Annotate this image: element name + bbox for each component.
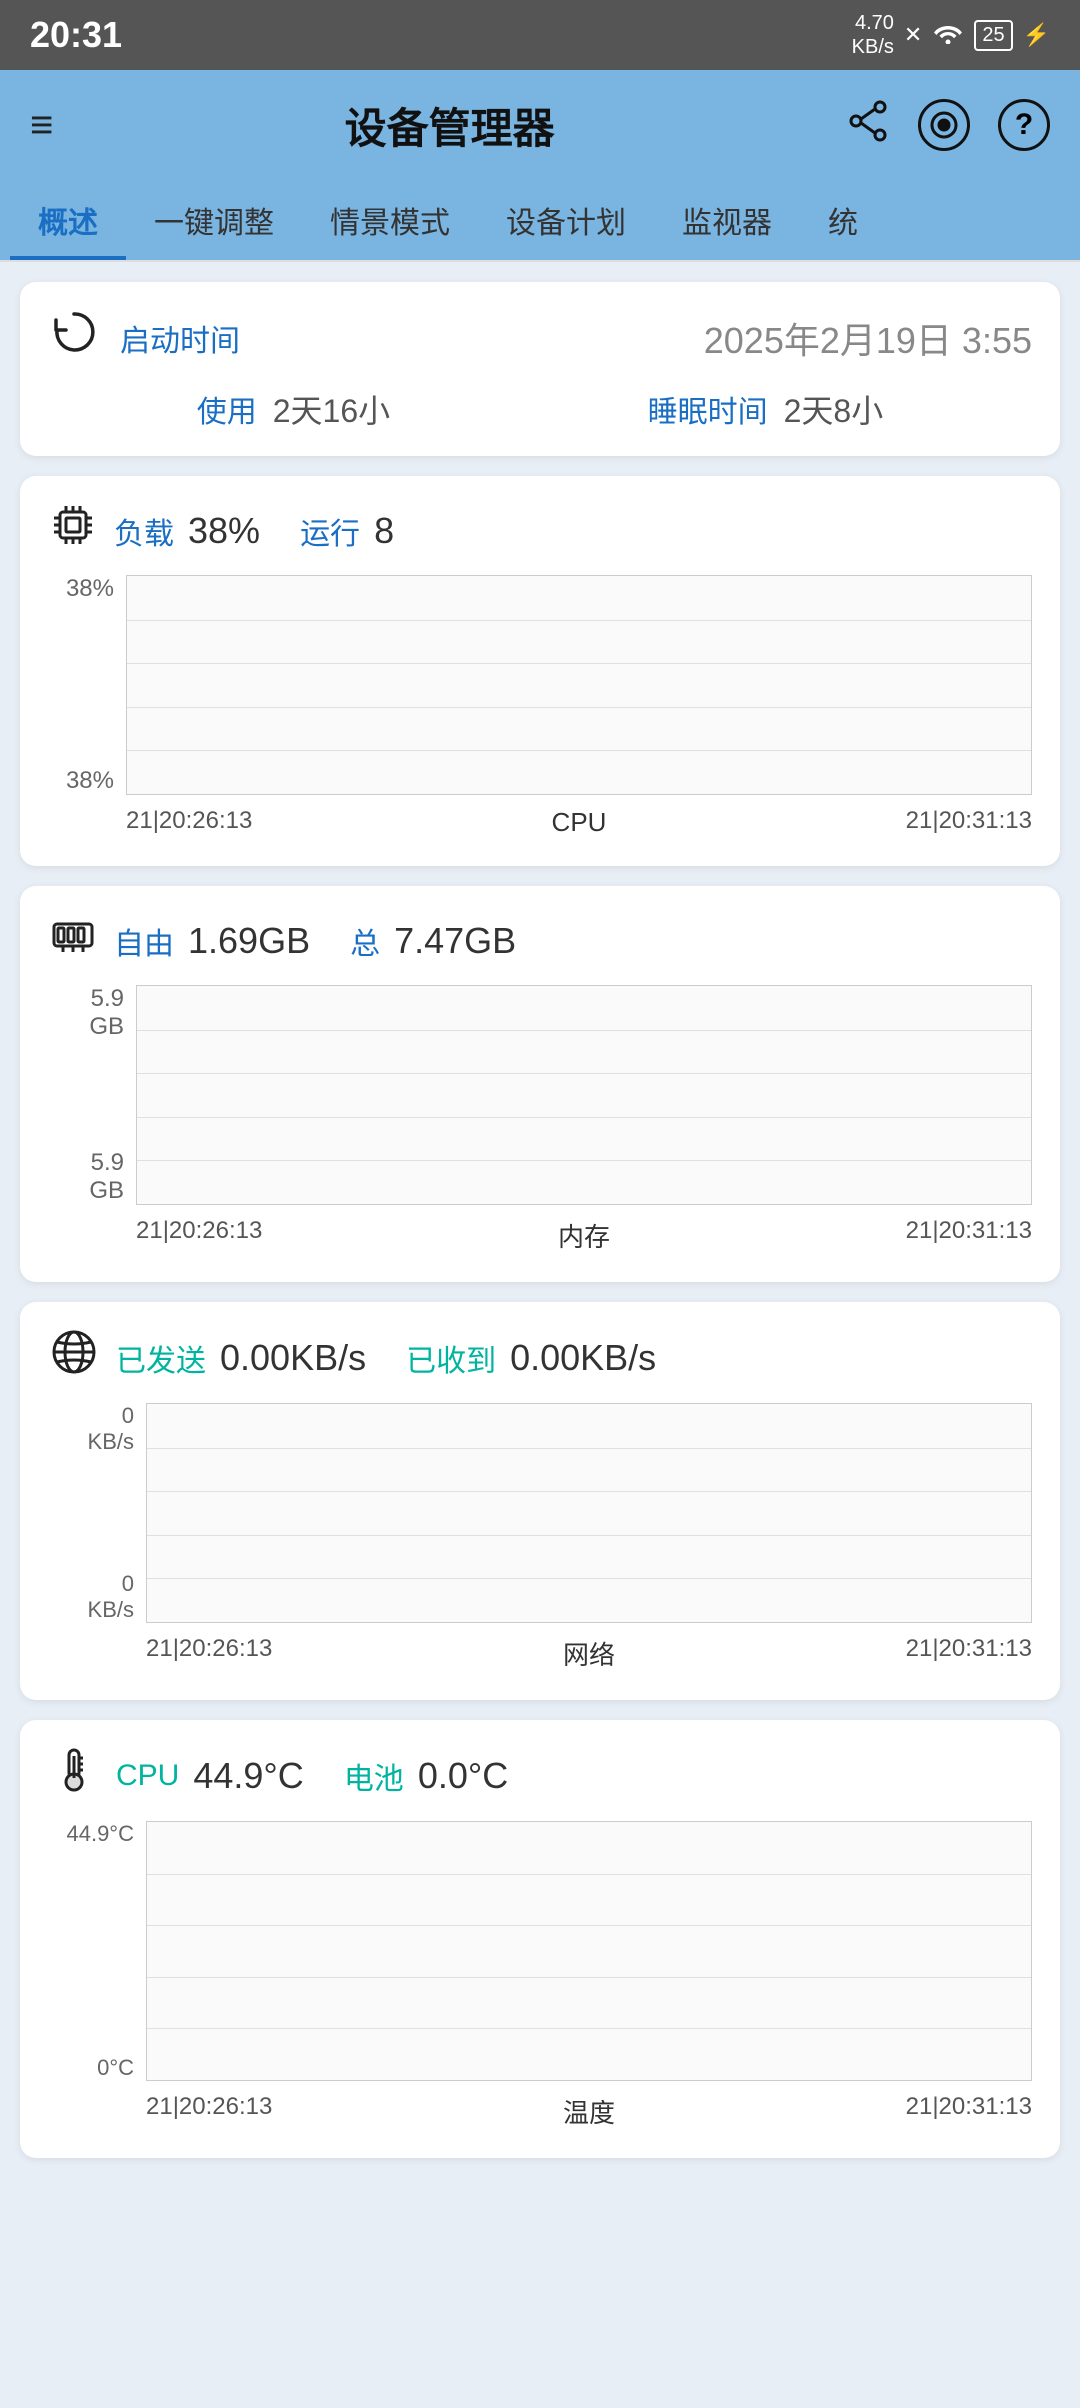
- cpu-chart: [126, 575, 1032, 795]
- cpu-icon: [48, 500, 98, 561]
- mem-y-axis: 5.9GB 5.9GB: [48, 985, 128, 1205]
- x-icon: ✕: [904, 22, 922, 48]
- mem-time-right: 21|20:31:13: [906, 1217, 1032, 1254]
- network-chart: [146, 1403, 1032, 1623]
- status-icons: 4.70KB/s ✕ 25 ⚡: [852, 11, 1050, 59]
- net-chart-footer: 21|20:26:13 网络 21|20:31:13: [48, 1631, 1032, 1676]
- temp-cpu-value: 44.9°C: [193, 1755, 303, 1797]
- net-recv-value: 0.00KB/s: [510, 1337, 656, 1379]
- app-title: 设备管理器: [73, 95, 826, 156]
- tab-one-key[interactable]: 一键调整: [126, 180, 302, 260]
- mem-free-value: 1.69GB: [188, 920, 310, 962]
- boot-time-card: 启动时间 2025年2月19日 3:55 使用 2天16小 睡眠时间 2天8小: [20, 282, 1060, 456]
- cpu-load-label: 负载: [114, 509, 174, 553]
- cpu-chart-label: CPU: [552, 807, 607, 838]
- tab-monitor[interactable]: 监视器: [654, 180, 800, 260]
- status-bar: 20:31 4.70KB/s ✕ 25 ⚡: [0, 0, 1080, 70]
- record-button[interactable]: [918, 99, 970, 151]
- mem-chart-label: 内存: [558, 1217, 610, 1254]
- mem-icon: [48, 910, 98, 971]
- net-sent-value: 0.00KB/s: [220, 1337, 366, 1379]
- net-recv-label: 已收到: [406, 1336, 496, 1380]
- temp-cpu-label: CPU: [116, 1759, 179, 1793]
- usage-label: 使用: [197, 387, 257, 431]
- network-card: 已发送 0.00KB/s 已收到 0.00KB/s 0KB/s 0KB/s 21…: [20, 1302, 1060, 1700]
- tab-plan[interactable]: 设备计划: [478, 180, 654, 260]
- network-chart-container: 0KB/s 0KB/s: [48, 1403, 1032, 1623]
- mem-chart-container: 5.9GB 5.9GB: [48, 985, 1032, 1205]
- cpu-time-left: 21|20:26:13: [126, 807, 252, 838]
- menu-button[interactable]: ≡: [30, 105, 53, 145]
- cpu-y-axis: 38% 38%: [48, 575, 118, 795]
- network-icon: [48, 1326, 100, 1389]
- cpu-run-label: 运行: [300, 509, 360, 553]
- temp-y-axis: 44.9°C 0°C: [48, 1821, 138, 2081]
- sleep-label: 睡眠时间: [648, 387, 768, 431]
- temp-time-left: 21|20:26:13: [146, 2093, 272, 2130]
- boot-label: 启动时间: [120, 316, 240, 360]
- tab-more[interactable]: 统: [800, 180, 886, 260]
- mem-card: 自由 1.69GB 总 7.47GB 5.9GB 5.9GB 21|20:26:…: [20, 886, 1060, 1282]
- cpu-chart-footer: 21|20:26:13 CPU 21|20:31:13: [48, 803, 1032, 842]
- mem-chart-footer: 21|20:26:13 内存 21|20:31:13: [48, 1213, 1032, 1258]
- mem-total-label: 总: [350, 919, 380, 963]
- net-time-left: 21|20:26:13: [146, 1635, 272, 1672]
- tab-bar: 概述 一键调整 情景模式 设备计划 监视器 统: [0, 180, 1080, 262]
- mem-time-left: 21|20:26:13: [136, 1217, 262, 1254]
- net-sent-label: 已发送: [116, 1336, 206, 1380]
- boot-time-value: 2025年2月19日 3:55: [704, 312, 1032, 364]
- temp-chart: [146, 1821, 1032, 2081]
- net-chart-label: 网络: [563, 1635, 615, 1672]
- temp-chart-footer: 21|20:26:13 温度 21|20:31:13: [48, 2089, 1032, 2134]
- cpu-chart-container: 38% 38%: [48, 575, 1032, 795]
- net-time-right: 21|20:31:13: [906, 1635, 1032, 1672]
- mem-free-label: 自由: [114, 919, 174, 963]
- mem-total-value: 7.47GB: [394, 920, 516, 962]
- temp-chart-container: 44.9°C 0°C: [48, 1821, 1032, 2081]
- cpu-card: 负载 38% 运行 8 38% 38% 21|20:26:13 CPU 2: [20, 476, 1060, 866]
- cpu-load-value: 38%: [188, 510, 260, 552]
- sleep-value: 2天8小: [784, 386, 884, 432]
- status-time: 20:31: [30, 14, 122, 56]
- usage-value: 2天16小: [273, 386, 390, 432]
- help-button[interactable]: ?: [998, 99, 1050, 151]
- temp-card: CPU 44.9°C 电池 0.0°C 44.9°C 0°C 21|20:26:…: [20, 1720, 1060, 2158]
- app-bar: ≡ 设备管理器 ?: [0, 70, 1080, 180]
- temp-icon: [48, 1744, 100, 1807]
- wifi-icon: [932, 20, 964, 50]
- cpu-run-value: 8: [374, 510, 394, 552]
- charging-icon: ⚡: [1023, 22, 1050, 48]
- tab-scene[interactable]: 情景模式: [302, 180, 478, 260]
- battery-indicator: 25: [974, 20, 1012, 51]
- temp-battery-value: 0.0°C: [418, 1755, 508, 1797]
- temp-chart-label: 温度: [563, 2093, 615, 2130]
- tab-overview[interactable]: 概述: [10, 180, 126, 260]
- mem-chart: [136, 985, 1032, 1205]
- temp-battery-label: 电池: [344, 1754, 404, 1798]
- network-speed: 4.70KB/s: [852, 11, 894, 59]
- app-bar-actions: ?: [846, 99, 1050, 151]
- cpu-time-right: 21|20:31:13: [906, 807, 1032, 838]
- temp-time-right: 21|20:31:13: [906, 2093, 1032, 2130]
- boot-icon: [48, 306, 100, 370]
- share-button[interactable]: [846, 99, 890, 151]
- net-y-axis: 0KB/s 0KB/s: [48, 1403, 138, 1623]
